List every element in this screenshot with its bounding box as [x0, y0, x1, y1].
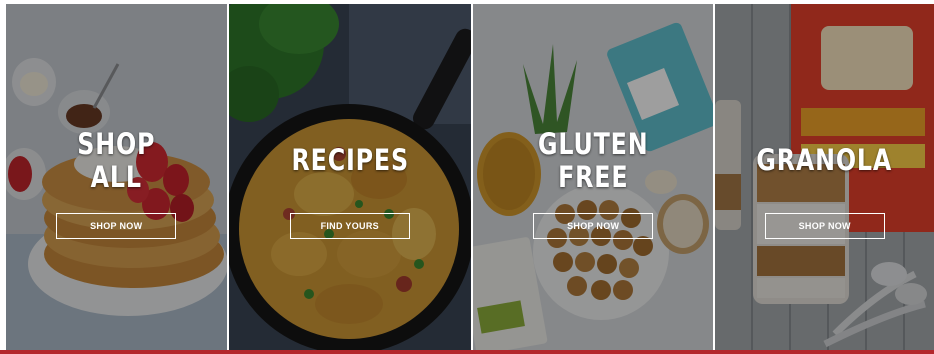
granola-shop-button[interactable]: SHOP NOW: [764, 213, 885, 239]
tile-gluten-free[interactable]: GLUTEN FREE SHOP NOW: [470, 4, 714, 350]
find-yours-button[interactable]: FIND YOURS: [289, 213, 410, 239]
tile-title: RECIPES: [250, 144, 449, 177]
gluten-free-shop-button[interactable]: SHOP NOW: [533, 213, 654, 239]
tile-title-line: SHOP: [77, 127, 156, 161]
tile-shop-all[interactable]: SHOP ALL SHOP NOW: [6, 4, 227, 350]
tile-title-line: GRANOLA: [756, 143, 893, 177]
tile-title-line: RECIPES: [291, 143, 409, 177]
tile-title-line: ALL: [90, 160, 142, 194]
tile-title-line: FREE: [558, 160, 629, 194]
tile-dark-overlay: [228, 4, 471, 350]
category-tiles-strip: SHOP ALL SHOP NOW RECIPES FIND YOURS GLU…: [0, 4, 934, 350]
tile-title: GRANOLA: [735, 144, 914, 177]
shop-all-button[interactable]: SHOP NOW: [56, 213, 177, 239]
tile-recipes[interactable]: RECIPES FIND YOURS: [226, 4, 471, 350]
tile-granola[interactable]: GRANOLA SHOP NOW: [713, 4, 934, 350]
tile-title: SHOP ALL: [26, 128, 207, 194]
brand-red-divider: [0, 350, 934, 354]
tile-dark-overlay: [715, 4, 934, 350]
tile-title: GLUTEN FREE: [495, 128, 692, 194]
tile-title-line: GLUTEN: [538, 127, 649, 161]
